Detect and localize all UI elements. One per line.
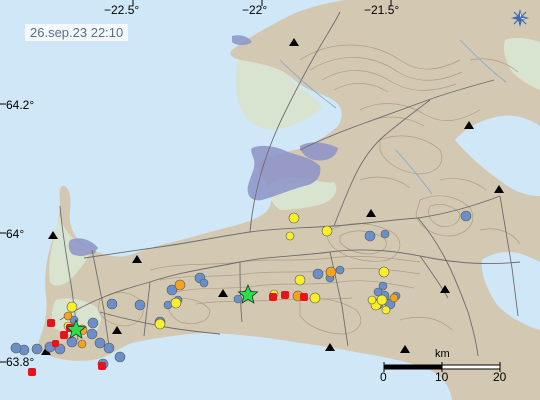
- scale-tick-0: 0: [380, 370, 387, 384]
- lat-label-north: 64.2°: [6, 98, 35, 112]
- timestamp-label: 26.sep.23 22:10: [25, 24, 129, 41]
- scale-unit-label: km: [435, 348, 450, 360]
- lon-label-east: −21.5°: [364, 3, 400, 17]
- lat-label-middle: 64°: [6, 227, 25, 241]
- lon-label-center: −22°: [242, 3, 268, 17]
- earthquake-map[interactable]: 26.sep.23 22:10 −22.5° −22° −21.5° 64.2°…: [0, 0, 540, 400]
- lat-label-south: 63.8°: [6, 355, 35, 369]
- scale-tick-10: 10: [435, 370, 449, 384]
- lon-label-west: −22.5°: [104, 3, 140, 17]
- scale-tick-20: 20: [493, 370, 507, 384]
- map-canvas[interactable]: [0, 0, 540, 400]
